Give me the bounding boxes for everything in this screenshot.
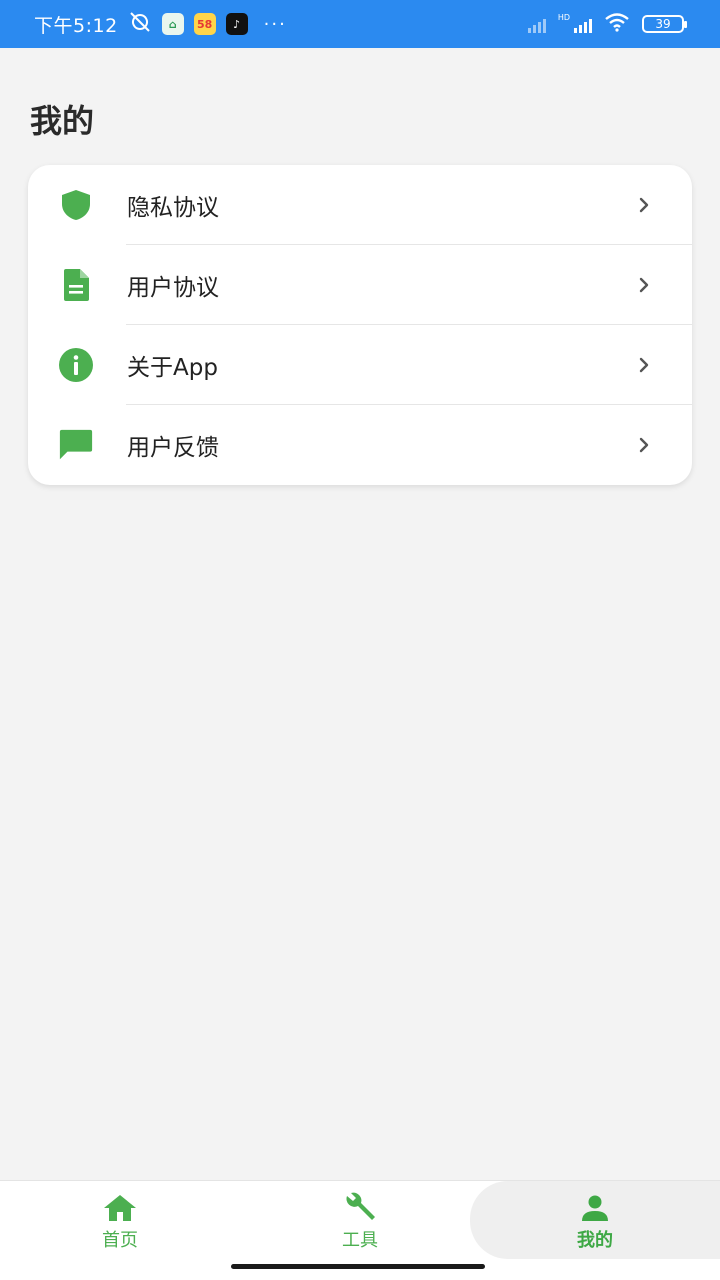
status-bar: 下午5:12 ⌂ 58 ♪ ··· HD 39: [0, 0, 720, 48]
alarm-off-icon: [128, 11, 152, 38]
info-icon: [58, 347, 94, 383]
tiktok-icon: ♪: [225, 13, 248, 35]
chevron-right-icon: [632, 433, 656, 457]
document-icon: [58, 267, 94, 303]
menu-item-user-agreement[interactable]: 用户协议: [28, 245, 692, 325]
nav-label-home: 首页: [102, 1230, 138, 1251]
nav-label-mine: 我的: [577, 1230, 613, 1251]
battery-icon: 39: [642, 15, 687, 33]
nav-tab-mine[interactable]: 我的: [470, 1181, 720, 1259]
home-indicator[interactable]: [231, 1264, 485, 1269]
wifi-icon: [604, 12, 630, 36]
wrench-icon: [342, 1192, 378, 1223]
home-icon: [102, 1193, 138, 1223]
menu-item-label: 隐私协议: [127, 195, 219, 221]
chevron-right-icon: [632, 273, 656, 297]
signal-icon: [574, 15, 592, 33]
menu-item-label: 关于App: [127, 355, 218, 381]
more-notifications-icon: ···: [263, 13, 287, 35]
feedback-icon: [58, 427, 94, 463]
battery-level: 39: [655, 17, 671, 31]
shield-icon: [58, 187, 94, 223]
status-time: 下午5:12: [34, 14, 118, 37]
menu-item-feedback[interactable]: 用户反馈: [28, 405, 692, 485]
person-icon: [577, 1193, 613, 1223]
app-58-icon: 58: [193, 13, 216, 35]
menu-item-label: 用户反馈: [127, 435, 219, 461]
menu-item-about-app[interactable]: 关于App: [28, 325, 692, 405]
chevron-right-icon: [632, 193, 656, 217]
page-title: 我的: [30, 102, 95, 140]
nav-tab-tools[interactable]: 工具: [240, 1181, 480, 1259]
hd-label: HD: [557, 12, 570, 22]
nav-label-tools: 工具: [342, 1230, 378, 1251]
menu-item-privacy-policy[interactable]: 隐私协议: [28, 165, 692, 245]
chevron-right-icon: [632, 353, 656, 377]
settings-menu-card: 隐私协议 用户协议 关于App 用户反馈: [28, 165, 692, 485]
menu-item-label: 用户协议: [127, 275, 219, 301]
app-notification-icon: ⌂: [161, 13, 184, 35]
nav-tab-home[interactable]: 首页: [0, 1181, 240, 1259]
signal-icon-sim2: [527, 15, 546, 33]
